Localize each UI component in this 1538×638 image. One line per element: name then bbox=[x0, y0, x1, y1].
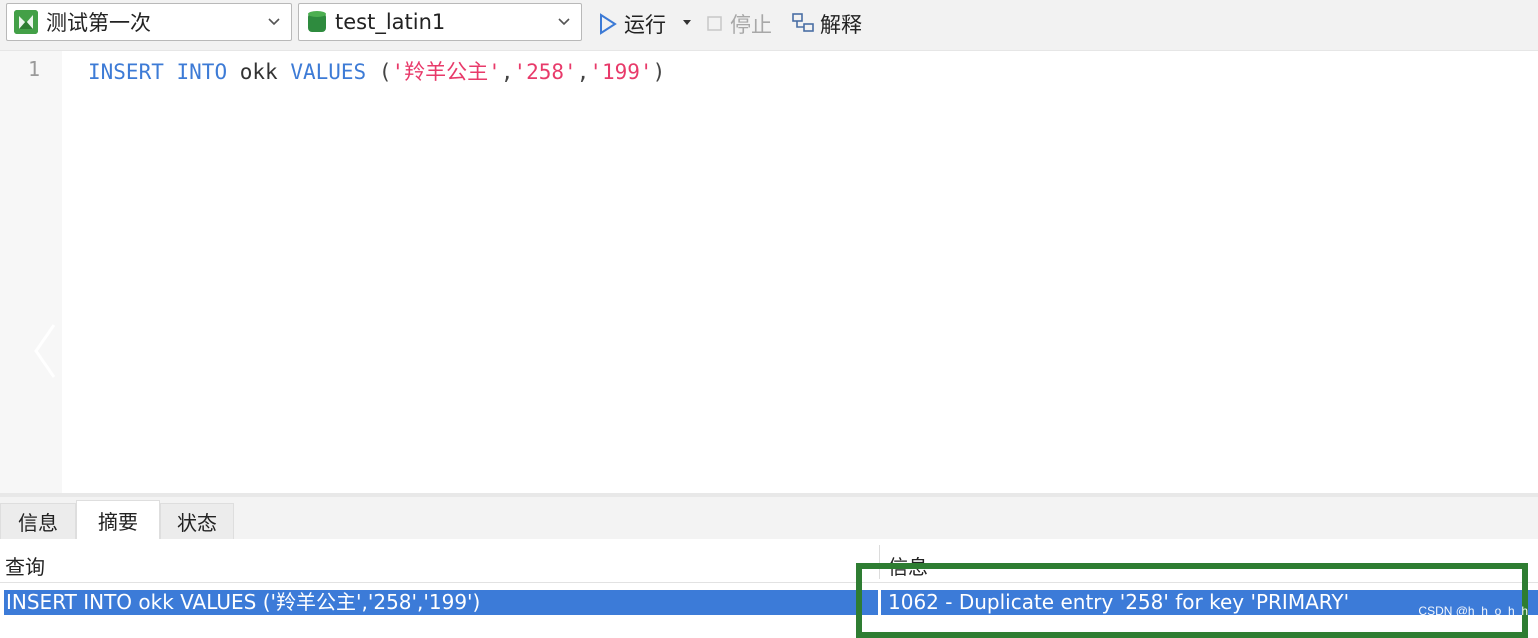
run-button[interactable]: 运行 bbox=[598, 8, 666, 40]
comma-2: , bbox=[576, 60, 590, 84]
keyword-insert: INSERT bbox=[88, 60, 164, 84]
database-select[interactable]: test_latin1 bbox=[298, 3, 582, 41]
code-line[interactable]: INSERT INTO okk VALUES ('羚羊公主','258','19… bbox=[88, 56, 665, 86]
column-header-query[interactable]: 查询 bbox=[5, 551, 45, 580]
table-cell-query[interactable]: INSERT INTO okk VALUES ('羚羊公主','258','19… bbox=[4, 590, 878, 615]
run-options-caret[interactable] bbox=[683, 20, 691, 25]
connection-select-label: 测试第一次 bbox=[46, 11, 151, 35]
open-paren: ( bbox=[378, 60, 392, 84]
play-icon bbox=[600, 13, 617, 35]
keyword-into: INTO bbox=[176, 60, 228, 84]
tab-info-label: 信息 bbox=[18, 511, 58, 535]
stop-button[interactable]: 停止 bbox=[706, 8, 772, 40]
connection-icon bbox=[14, 10, 38, 34]
string-value-3: '199' bbox=[589, 60, 653, 84]
tab-summary[interactable]: 摘要 bbox=[76, 500, 160, 539]
string-value-2: '258' bbox=[513, 60, 577, 84]
connection-select[interactable]: 测试第一次 bbox=[6, 3, 292, 41]
chevron-down-icon[interactable] bbox=[557, 14, 571, 28]
database-icon bbox=[307, 10, 327, 34]
tab-summary-label: 摘要 bbox=[98, 509, 138, 534]
database-select-label: test_latin1 bbox=[335, 10, 446, 34]
stop-icon bbox=[707, 16, 722, 31]
comma-1: , bbox=[500, 60, 514, 84]
chevron-left-icon[interactable] bbox=[30, 321, 60, 381]
explain-button[interactable]: 解释 bbox=[792, 8, 862, 40]
watermark: CSDN @h_h_o_h_h bbox=[1418, 604, 1528, 618]
explain-label: 解释 bbox=[820, 13, 862, 37]
table-name: okk bbox=[239, 60, 278, 84]
annotation-highlight-box bbox=[856, 563, 1528, 638]
line-gutter: 1 bbox=[0, 51, 62, 493]
tab-status[interactable]: 状态 bbox=[160, 503, 234, 539]
sql-editor[interactable]: 1 INSERT INTO okk VALUES ('羚羊公主','258','… bbox=[0, 51, 1538, 493]
explain-icon bbox=[792, 13, 814, 32]
run-label: 运行 bbox=[624, 13, 666, 37]
keyword-values: VALUES bbox=[290, 60, 367, 84]
chevron-down-icon[interactable] bbox=[267, 14, 281, 28]
string-value-1: '羚羊公主' bbox=[391, 60, 501, 84]
stop-label: 停止 bbox=[730, 13, 772, 37]
close-paren: ) bbox=[652, 60, 666, 84]
result-tabs: 信息 摘要 状态 bbox=[0, 497, 1538, 539]
tab-status-label: 状态 bbox=[177, 511, 217, 535]
toolbar: 测试第一次 test_latin1 运行 停止 解释 bbox=[0, 0, 1538, 51]
line-number: 1 bbox=[28, 57, 41, 81]
tab-info[interactable]: 信息 bbox=[0, 503, 76, 539]
